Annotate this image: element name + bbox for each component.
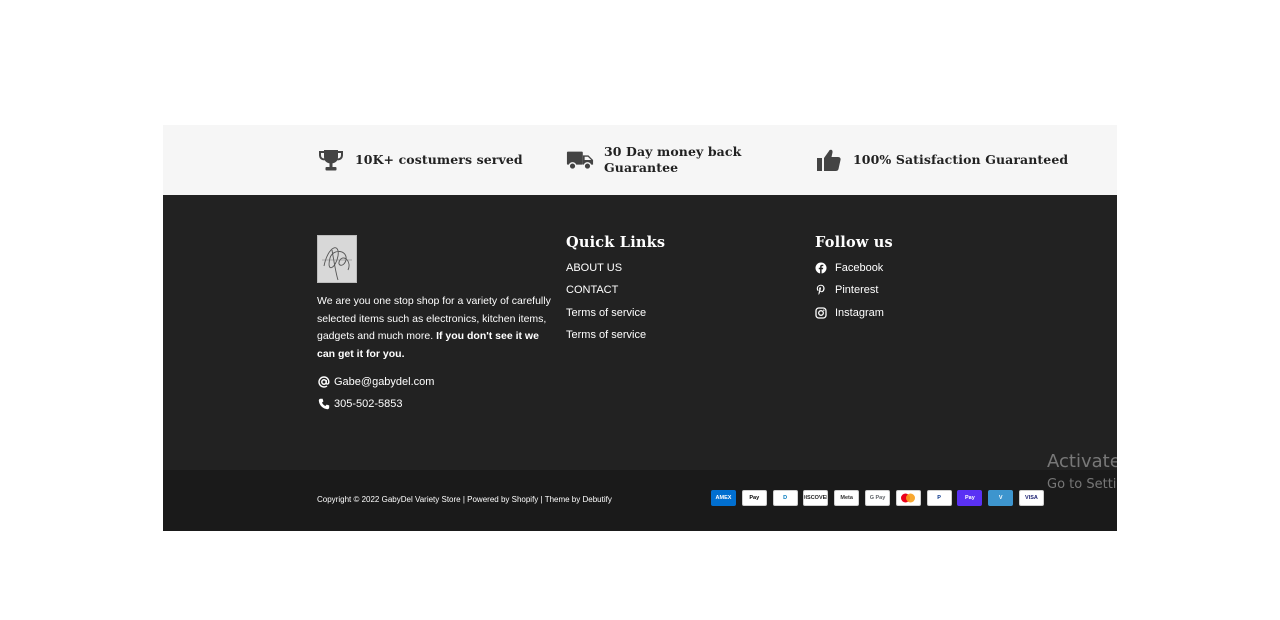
payment-venmo-icon: V: [988, 490, 1014, 506]
quick-links-title: Quick Links: [566, 234, 666, 251]
trust-text-money-back-line1: 30 Day money back: [604, 144, 742, 159]
link-about-us[interactable]: ABOUT US: [566, 262, 622, 274]
thumbs-up-icon: [815, 146, 843, 174]
payment-diners-club-icon: D: [772, 490, 798, 506]
pinterest-icon: [815, 284, 827, 296]
contact-email[interactable]: Gabe@gabydel.com: [317, 375, 434, 388]
store-logo[interactable]: [317, 235, 357, 283]
social-facebook[interactable]: Facebook: [815, 262, 883, 274]
payment-apple-pay-icon: Pay: [741, 490, 767, 506]
facebook-icon: [815, 262, 827, 274]
payment-visa-icon: VISA: [1018, 490, 1044, 506]
at-sign-icon: [317, 375, 330, 388]
truck-icon: [566, 146, 594, 174]
payment-meta-pay-icon: Meta: [834, 490, 860, 506]
email-text: Gabe@gabydel.com: [334, 375, 435, 388]
footer-bottom: Copyright © 2022 GabyDel Variety Store |…: [163, 470, 1117, 531]
trophy-icon: [317, 146, 345, 174]
phone-icon: [317, 397, 330, 410]
payment-shop-pay-icon: Pay: [957, 490, 983, 506]
follow-us-title: Follow us: [815, 234, 893, 251]
trust-item-money-back: 30 Day money back Guarantee: [566, 125, 741, 195]
theme-by-debutify-link[interactable]: Theme by Debutify: [545, 495, 612, 504]
copyright-prefix: Copyright © 2022: [317, 495, 382, 504]
page-frame: 10K+ costumers served 30 Day money back …: [163, 125, 1117, 531]
payment-paypal-icon: P: [926, 490, 952, 506]
trust-text-money-back-line2: Guarantee: [604, 160, 679, 175]
social-pinterest-label: Pinterest: [835, 284, 879, 296]
social-instagram[interactable]: Instagram: [815, 307, 884, 319]
trust-text-money-back: 30 Day money back Guarantee: [604, 144, 741, 176]
social-pinterest[interactable]: Pinterest: [815, 284, 878, 296]
link-contact[interactable]: CONTACT: [566, 284, 618, 296]
trust-text-satisfaction: 100% Satisfaction Guaranteed: [853, 152, 1069, 167]
payment-amex-icon: AMEX: [711, 490, 736, 506]
store-name-link[interactable]: GabyDel Variety Store: [382, 495, 461, 504]
payment-icons: AMEX Pay D DISCOVER MetaG Pay P Pay VVISA: [711, 490, 1050, 506]
powered-by-shopify-link[interactable]: Powered by Shopify: [467, 495, 538, 504]
trust-item-customers: 10K+ costumers served: [317, 125, 523, 195]
link-terms-of-service-2[interactable]: Terms of service: [566, 329, 646, 341]
payment-mastercard-icon: [895, 490, 921, 506]
social-facebook-label: Facebook: [835, 262, 884, 274]
about-text: We are you one stop shop for a variety o…: [317, 293, 552, 363]
instagram-icon: [815, 307, 827, 319]
social-instagram-label: Instagram: [835, 307, 884, 319]
trust-item-satisfaction: 100% Satisfaction Guaranteed: [815, 125, 1068, 195]
link-terms-of-service[interactable]: Terms of service: [566, 307, 646, 319]
contact-phone[interactable]: 305-502-5853: [317, 397, 403, 410]
footer-main: We are you one stop shop for a variety o…: [163, 195, 1117, 470]
trust-bar: 10K+ costumers served 30 Day money back …: [163, 125, 1117, 195]
copyright-text: Copyright © 2022 GabyDel Variety Store |…: [317, 495, 612, 504]
payment-discover-icon: DISCOVER: [803, 490, 829, 506]
trust-text-customers: 10K+ costumers served: [355, 152, 523, 167]
payment-google-pay-icon: G Pay: [864, 490, 890, 506]
phone-text: 305-502-5853: [334, 397, 403, 410]
